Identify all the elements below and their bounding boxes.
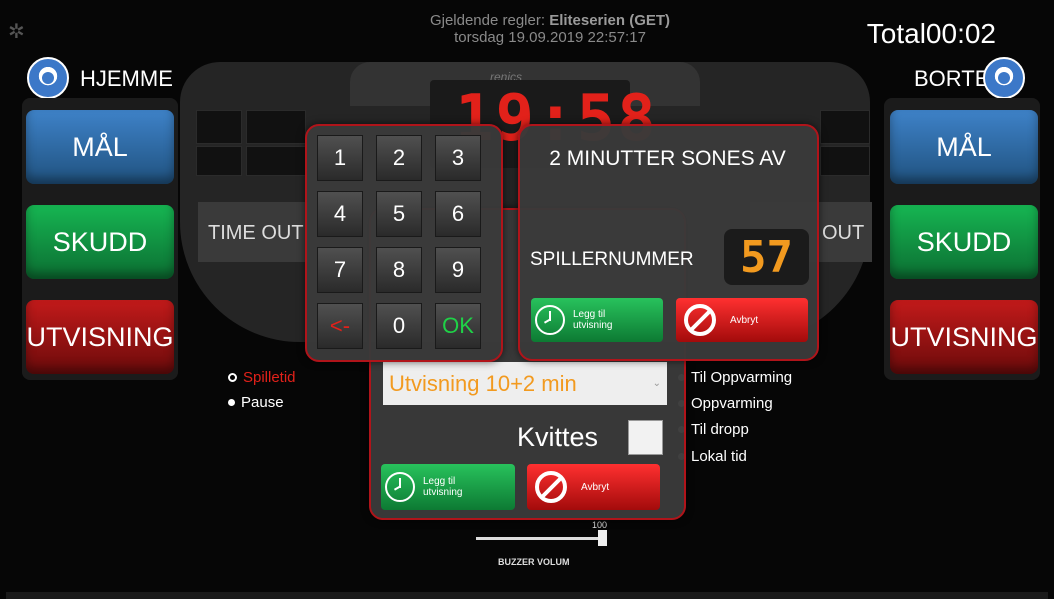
keypad-grid: 1 2 3 4 5 6 7 8 9 <- 0 OK: [317, 135, 487, 349]
key-ok[interactable]: OK: [435, 303, 481, 349]
key-6[interactable]: 6: [435, 191, 481, 237]
total-value: 00:02: [925, 18, 996, 49]
home-shot-button[interactable]: SKUDD: [26, 205, 174, 279]
key-backspace[interactable]: <-: [317, 303, 363, 349]
penalty-type-value: Utvisning 10+2 min: [389, 370, 577, 396]
home-timeout-button[interactable]: TIME OUT: [208, 222, 304, 245]
key-5[interactable]: 5: [376, 191, 422, 237]
key-1[interactable]: 1: [317, 135, 363, 181]
player-number-display: 57: [724, 229, 809, 285]
penalty-cancel-button[interactable]: Avbryt: [527, 464, 660, 510]
home-logo-icon: [27, 57, 69, 99]
buzzer-volume-label: BUZZER VOLUM: [498, 557, 570, 567]
radio-label: Oppvarming: [691, 395, 773, 412]
away-score-slot: [820, 110, 870, 144]
key-3[interactable]: 3: [435, 135, 481, 181]
scoreboard-app: ✲ Gjeldende regler: Eliteserien (GET) to…: [0, 0, 1054, 599]
settings-gear-icon[interactable]: ✲: [8, 22, 28, 42]
home-shots-slot: [246, 146, 306, 176]
radio-spilletid[interactable]: Spilletid: [228, 369, 296, 386]
rules-prefix: Gjeldende regler:: [429, 12, 546, 29]
key-9[interactable]: 9: [435, 247, 481, 293]
away-timeout-button[interactable]: OUT: [822, 222, 864, 245]
key-0[interactable]: 0: [376, 303, 422, 349]
radio-dot-icon: [228, 399, 235, 406]
radio-til-oppvarming[interactable]: Til Oppvarming: [678, 369, 792, 386]
home-shots-slot: [196, 146, 242, 176]
radio-label: Spilletid: [243, 369, 296, 386]
radio-oppvarming[interactable]: Oppvarming: [678, 395, 773, 412]
bottom-status-bar: [6, 592, 1048, 599]
radio-label: Til Oppvarming: [691, 369, 793, 386]
receipt-label: Kvittes: [517, 422, 599, 452]
radio-label: Pause: [241, 394, 284, 411]
key-7[interactable]: 7: [317, 247, 363, 293]
radio-lokal-tid[interactable]: Lokal tid: [678, 448, 747, 465]
radio-pause[interactable]: Pause: [228, 394, 284, 411]
total-label: Total: [866, 18, 926, 49]
home-score-slot: [246, 110, 306, 144]
away-team-name: BORTE: [914, 66, 990, 91]
key-4[interactable]: 4: [317, 191, 363, 237]
radio-selected-icon: [228, 373, 237, 382]
key-2[interactable]: 2: [376, 135, 422, 181]
player-add-label: Legg til utvisning: [573, 309, 613, 331]
player-cancel-label: Avbryt: [730, 314, 759, 326]
cancel-icon: [684, 304, 716, 336]
datetime: torsdag 19.09.2019 22:57:17: [454, 29, 646, 46]
home-score-slot: [196, 110, 242, 144]
home-team-name: HJEMME: [80, 66, 173, 91]
buzzer-volume-slider[interactable]: [476, 537, 604, 540]
player-number-label: SPILLERNUMMER: [530, 249, 694, 270]
away-goal-button[interactable]: MÅL: [890, 110, 1038, 184]
clock-icon: [535, 305, 565, 335]
cancel-icon: [535, 471, 567, 503]
penalty-add-label: Legg til utvisning: [423, 476, 463, 498]
penalty-type-select[interactable]: Utvisning 10+2 min ⌄: [383, 362, 667, 405]
player-dialog-title: 2 MINUTTER SONES AV: [549, 147, 786, 170]
away-shots-slot: [820, 146, 870, 176]
away-logo-icon: [983, 57, 1025, 99]
radio-label: Lokal tid: [691, 448, 747, 465]
total-time: Total00:02: [867, 18, 996, 50]
player-add-button[interactable]: Legg til utvisning: [531, 298, 663, 342]
receipt-checkbox[interactable]: [628, 420, 663, 455]
radio-label: Til dropp: [691, 421, 749, 438]
player-cancel-button[interactable]: Avbryt: [676, 298, 808, 342]
radio-til-dropp[interactable]: Til dropp: [678, 421, 749, 438]
dropdown-chevron-icon: ⌄: [652, 378, 661, 389]
rules-name: Eliteserien (GET): [549, 12, 671, 29]
penalty-add-button[interactable]: Legg til utvisning: [381, 464, 515, 510]
away-shot-button[interactable]: SKUDD: [890, 205, 1038, 279]
clock-icon: [385, 472, 415, 502]
penalty-cancel-label: Avbryt: [581, 481, 610, 493]
buzzer-volume-value: 100: [592, 520, 608, 530]
home-penalty-button[interactable]: UTVISNING: [26, 300, 174, 374]
buzzer-volume-thumb[interactable]: [598, 530, 607, 546]
key-8[interactable]: 8: [376, 247, 422, 293]
rules-line: Gjeldende regler: Eliteserien (GET): [300, 12, 800, 29]
away-penalty-button[interactable]: UTVISNING: [890, 300, 1038, 374]
home-goal-button[interactable]: MÅL: [26, 110, 174, 184]
